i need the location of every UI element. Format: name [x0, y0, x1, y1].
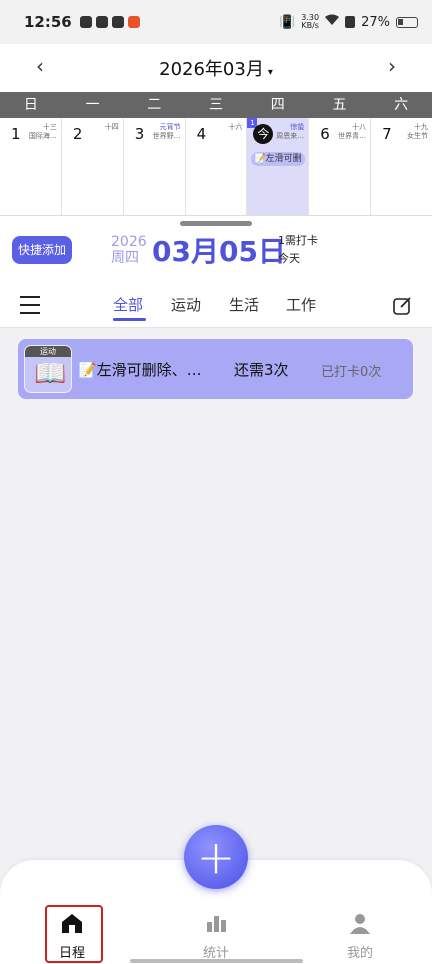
month-selector[interactable]: 2026年03月 ▾	[159, 55, 273, 81]
nav-mine[interactable]: 我的	[330, 912, 390, 961]
menu-icon[interactable]	[20, 296, 40, 314]
year-text: 2026	[111, 234, 147, 250]
weekday-label: 三	[209, 97, 224, 113]
task-icon-box: 运动 📖	[24, 345, 72, 393]
task-category-tag: 运动	[25, 346, 71, 357]
lunar-date: 十九	[414, 123, 429, 131]
lunar-date: 十三	[42, 123, 57, 131]
check-info: 1需打卡 今天	[278, 232, 318, 268]
quick-add-button[interactable]: 快捷添加	[12, 236, 72, 264]
task-done-count: 已打卡0次	[321, 365, 382, 380]
day-cell[interactable]: 6 十八 世界青…	[309, 118, 372, 215]
app-notification-icon	[127, 16, 140, 28]
lunar-date: 元宵节	[159, 123, 181, 131]
task-title: 📝左滑可删除、…	[78, 361, 202, 379]
status-time: 12:56	[24, 13, 72, 31]
battery-icon	[396, 16, 418, 28]
nav-mine-label: 我的	[346, 946, 373, 961]
task-remaining: 还需3次	[234, 361, 289, 379]
task-card[interactable]: 运动 📖 📝左滑可删除、… 还需3次 已打卡0次	[18, 339, 413, 399]
network-speed: 3.30 KB/s	[301, 14, 319, 30]
next-month-button[interactable]: ›	[378, 52, 406, 80]
battery-percent: 27%	[361, 14, 390, 30]
home-indicator[interactable]	[130, 959, 303, 963]
day-cell[interactable]: 4 十六	[186, 118, 248, 215]
sim-off-icon	[345, 16, 356, 28]
tab-work[interactable]: 工作	[286, 294, 316, 315]
nav-stats[interactable]: 统计	[186, 912, 246, 961]
day-lunar: 惊蛰 周恩来…	[260, 123, 304, 141]
check-count: 1需打卡	[278, 234, 318, 247]
month-title: 2026年03月	[159, 59, 264, 80]
book-icon: 📖	[34, 359, 67, 389]
week-grid: 1 十三 国际海… 2 十四 3 元宵节 世界野… 4 十六 1 今 惊蛰 周恩来… …	[0, 118, 432, 216]
festival-note: 世界青…	[338, 132, 367, 140]
festival-note: 周恩来…	[276, 132, 305, 140]
category-tabs: 全部 运动 生活 工作	[0, 286, 432, 328]
tab-sport[interactable]: 运动	[171, 294, 201, 315]
festival-note: 国际海…	[28, 132, 57, 140]
status-bar: 12:56 📳 3.30 KB/s 27%	[0, 0, 432, 44]
day-cell[interactable]: 3 元宵节 世界野…	[124, 118, 186, 215]
app-notification-icon	[79, 16, 92, 28]
user-icon	[350, 914, 370, 934]
app-notification-icon	[111, 16, 124, 28]
speed-unit: KB/s	[301, 21, 319, 30]
lunar-date: 惊蛰	[290, 123, 305, 131]
notification-icons	[79, 16, 140, 28]
selected-date: 03月05日	[152, 235, 286, 268]
festival-note: 女生节	[407, 132, 429, 140]
weekday-label: 二	[147, 97, 162, 113]
day-lunar: 十九 女生节	[384, 123, 428, 141]
weekday-label: 六	[394, 97, 409, 113]
bar-chart-icon	[207, 916, 226, 932]
weekday-label: 四	[270, 97, 285, 113]
status-right: 📳 3.30 KB/s 27%	[279, 14, 418, 30]
day-event-chip[interactable]: 📝左滑可删	[251, 152, 306, 166]
year-weekday: 2026 周四	[111, 234, 147, 266]
date-summary: 快捷添加 2026 周四 03月05日 1需打卡 今天	[0, 216, 432, 286]
day-lunar: 十四	[75, 123, 119, 132]
month-header: ‹ 2026年03月 ▾ ›	[0, 44, 432, 92]
day-lunar: 十三 国际海…	[13, 123, 57, 141]
active-tab-indicator	[113, 318, 146, 321]
calendar-drag-handle[interactable]	[180, 221, 252, 226]
weekday-label: 一	[85, 97, 100, 113]
weekday-label: 五	[332, 97, 347, 113]
day-cell-today[interactable]: 1 今 惊蛰 周恩来… 📝左滑可删	[247, 118, 310, 215]
selection-highlight	[45, 905, 103, 963]
day-lunar: 十八 世界青…	[322, 123, 366, 141]
weekday-row: 日 一 二 三 四 五 六	[0, 92, 432, 118]
tab-all[interactable]: 全部	[113, 294, 143, 315]
plus-icon: +	[196, 830, 236, 884]
lunar-date: 十六	[228, 123, 243, 131]
day-lunar: 元宵节 世界野…	[137, 123, 181, 141]
relative-day: 今天	[278, 252, 300, 265]
tab-life[interactable]: 生活	[229, 294, 259, 315]
day-lunar: 十六	[198, 123, 242, 132]
day-cell[interactable]: 1 十三 国际海…	[0, 118, 62, 215]
weekday-label: 日	[23, 97, 38, 113]
festival-note: 世界野…	[152, 132, 181, 140]
day-cell[interactable]: 2 十四	[62, 118, 124, 215]
wifi-icon	[325, 14, 340, 30]
caret-down-icon: ▾	[267, 67, 273, 78]
weekday-text: 周四	[111, 250, 139, 266]
day-cell[interactable]: 7 十九 女生节	[371, 118, 432, 215]
app-notification-icon	[95, 16, 108, 28]
lunar-date: 十八	[352, 123, 367, 131]
prev-month-button[interactable]: ‹	[26, 52, 54, 80]
lunar-date: 十四	[104, 123, 119, 131]
add-task-fab[interactable]: +	[184, 825, 248, 889]
edit-icon[interactable]	[392, 296, 412, 316]
vibrate-icon: 📳	[279, 14, 296, 30]
